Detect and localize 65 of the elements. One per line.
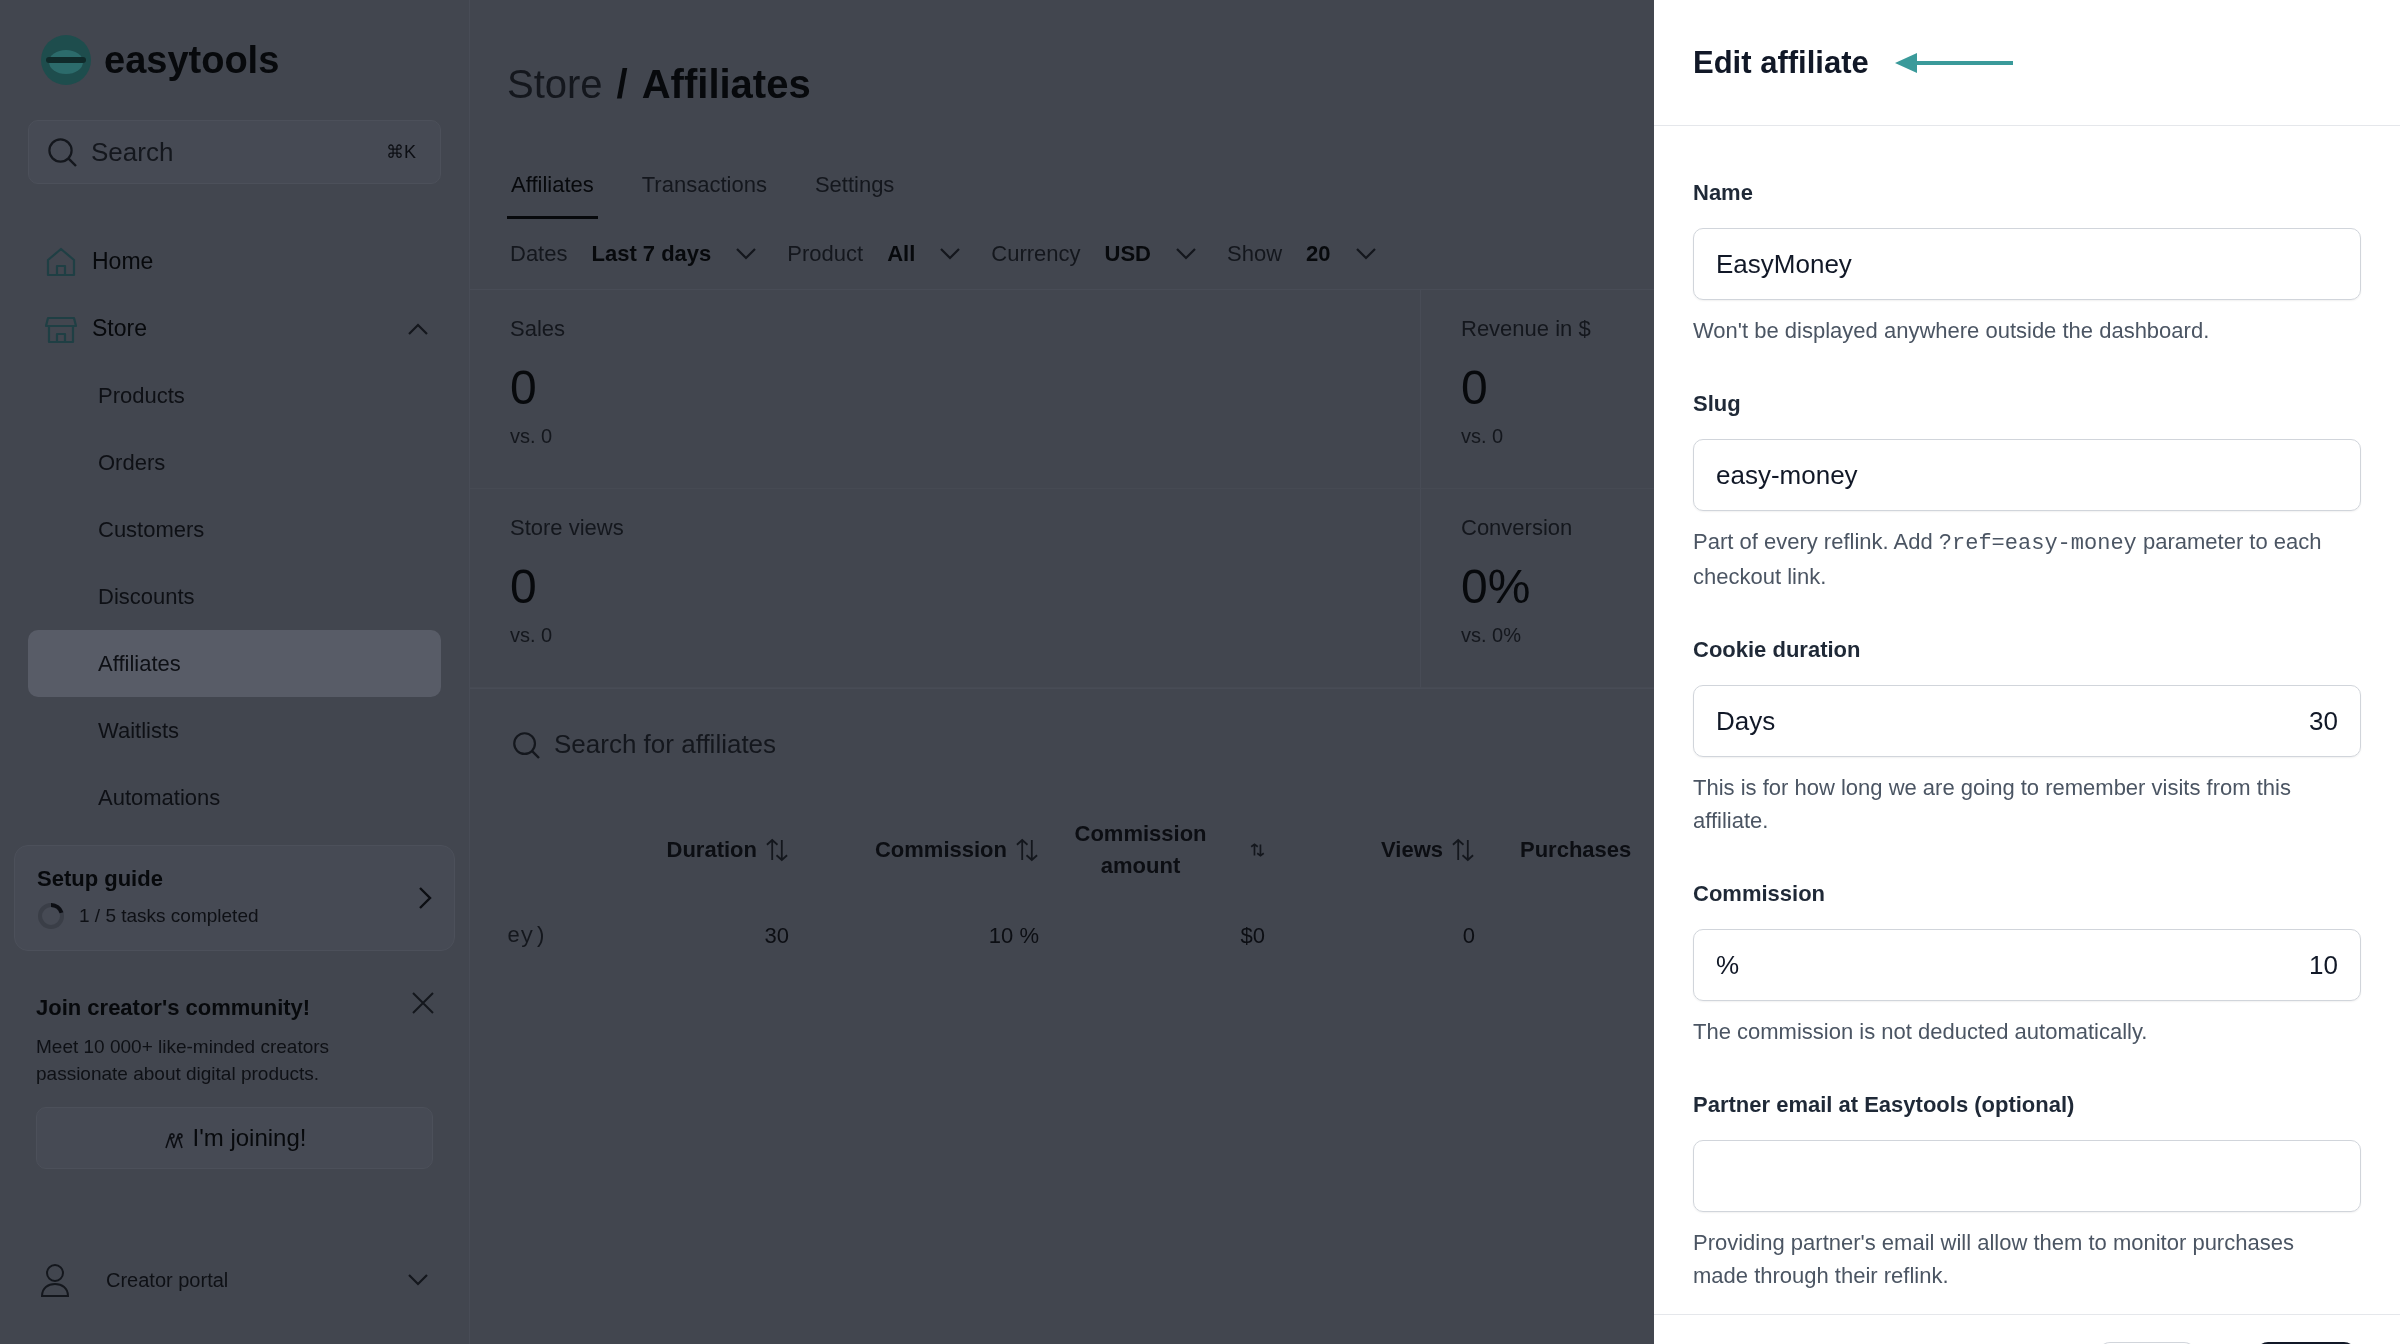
nav-item[interactable]: Store [14,295,455,362]
input-field[interactable]: % 10 [1693,929,2361,1001]
table-cell-text: 0 [1461,922,1475,950]
column-header[interactable]: Commission [789,800,1039,900]
tab[interactable]: Affiliates [507,164,598,219]
help-text: Part of every reflink. Add ?ref=easy-money parameter to each checkout link. [1693,528,2323,591]
nav-item[interactable]: Home [14,228,455,295]
page-title: Affiliates [641,61,811,107]
sort-icon [1250,842,1265,858]
search-icon [512,730,540,759]
logo-text: easytools [104,38,280,82]
help-text: Providing partner's email will allow them to monitor purchases made through their reflink. [1693,1229,2295,1290]
chevron-down-icon [1354,247,1377,261]
input-field[interactable]: Days 30 [1693,685,2361,757]
stat-value: 0 [510,360,537,415]
field-label: Slug [1693,391,1742,417]
community-title: Join creator's community! [36,995,311,1021]
input-field[interactable]: EasyMoney [1693,228,2361,300]
help-text: The commission is not deducted automatically. [1693,1018,2149,1046]
help-text: Won't be displayed anywhere outside the dashboard. [1693,317,2211,345]
nav-subitem[interactable]: Products [28,362,441,429]
account-menu[interactable]: Creator portal [14,1250,455,1310]
search-icon [47,137,77,167]
nav-subitem[interactable]: Discounts [28,563,441,630]
close-icon[interactable] [411,991,435,1015]
chevron-right-icon [418,886,432,910]
field-label: Commission [1693,881,1827,907]
field-label: Partner email at Easytools (optional) [1693,1092,2076,1118]
table-cell-text: 10 % [987,922,1039,950]
column-header[interactable]: Purchases [1475,800,1654,900]
column-header[interactable]: Commission amount [1039,800,1265,900]
input-field[interactable] [1693,1140,2361,1212]
table-cell-text: 30 [763,922,789,950]
stat-value: 0 [1461,360,1488,415]
help-text: This is for how long we are going to remember visits from this affiliate. [1693,774,2292,835]
column-header[interactable]: Duration [647,800,789,900]
drawer-title: Edit affiliate [1693,44,1869,81]
sort-icon [765,838,789,862]
column-header[interactable]: Views [1265,800,1475,900]
field-label: Cookie duration [1693,637,1862,663]
sort-icon [1451,838,1475,862]
progress-ring [37,902,65,930]
field-label: Name [1693,180,1754,206]
chevron-down-icon [735,247,758,261]
search-field[interactable]: Search ⌘K [28,120,441,184]
nav-subitem[interactable]: Orders [28,429,441,496]
join-button[interactable]: I'm joining! [36,1107,433,1169]
chevron-down-icon [407,1273,429,1287]
breadcrumb-separator: / [616,61,628,107]
logo-icon [40,34,92,86]
nav-subitem[interactable]: Automations [28,764,441,831]
chevron-up-icon [407,321,429,336]
nav-subitem[interactable]: Customers [28,496,441,563]
stat-value: 0 [510,559,537,614]
user-icon [40,1263,70,1297]
chevron-down-icon [1175,247,1197,261]
chevron-down-icon [939,247,962,261]
table-cell-text: $0 [1239,922,1265,950]
community-text: Meet 10 000+ like-minded creators passionate about digital products. [36,1035,331,1086]
setup-guide-card[interactable]: Setup guide 1 / 5 tasks completed [14,845,455,951]
nav-subitem[interactable]: Affiliates [28,630,441,697]
sort-icon [1015,838,1039,862]
nav-subitem[interactable]: Waitlists [28,697,441,764]
stat-value: 0% [1461,559,1531,614]
input-field[interactable]: easy-money [1693,439,2361,511]
